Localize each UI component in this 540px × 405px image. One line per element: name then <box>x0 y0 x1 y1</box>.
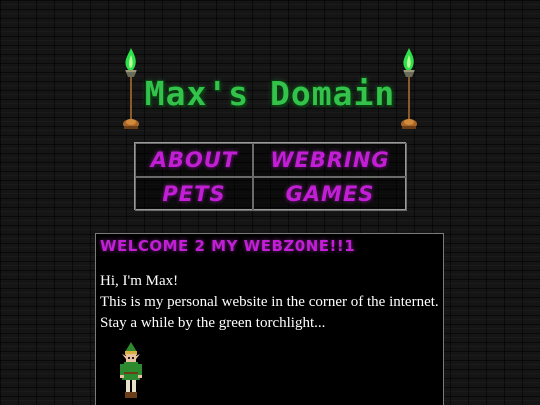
nav-link-about[interactable]: ABOUT <box>135 143 253 177</box>
welcome-line: This is my personal website in the corne… <box>100 294 439 310</box>
site-title: Max's Domain <box>144 74 396 113</box>
nav-link-pets[interactable]: PETS <box>135 177 253 211</box>
nav-link-webring[interactable]: WEBRING <box>253 143 407 177</box>
elf-character-sprite <box>118 340 144 404</box>
welcome-line: Hi, I'm Max! <box>100 273 179 289</box>
nav-menu: ABOUT WEBRING PETS GAMES <box>134 142 407 211</box>
site-logo: Max's Domain <box>120 46 420 136</box>
green-torch-icon <box>120 46 142 132</box>
welcome-heading: WELCOME 2 MY WEBZ0NE!!1 <box>100 237 356 255</box>
welcome-panel: WELCOME 2 MY WEBZ0NE!!1 Hi, I'm Max! Thi… <box>95 233 444 405</box>
green-torch-icon <box>398 46 420 132</box>
nav-link-games[interactable]: GAMES <box>253 177 407 211</box>
welcome-line: Stay a while by the green torchlight... <box>100 315 326 331</box>
welcome-text: Hi, I'm Max! This is my personal website… <box>96 255 443 334</box>
